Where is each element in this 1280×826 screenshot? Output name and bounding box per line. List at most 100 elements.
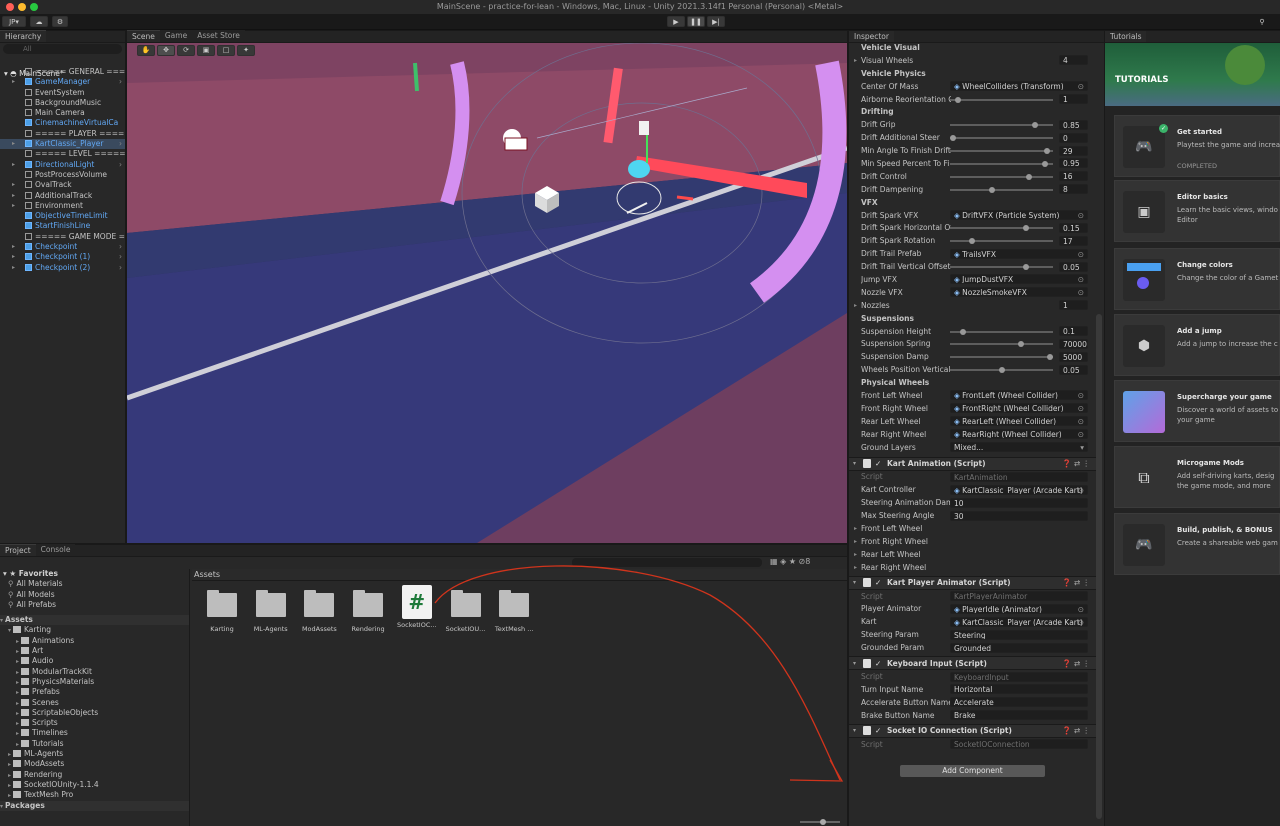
property-slider[interactable] [950,328,1053,335]
hierarchy-item[interactable]: ▸ Checkpoint (1) › [0,252,125,262]
property-value[interactable]: 70000 [1059,338,1088,349]
hand-tool-icon[interactable]: ✋ [137,44,155,56]
project-folder-item[interactable]: ▾ Packages [0,800,189,811]
hierarchy-item[interactable]: BackgroundMusic [0,98,125,108]
hierarchy-item[interactable]: ▸ GameManager › [0,77,125,87]
foldout-arrow-icon[interactable]: ▸ [16,720,19,727]
component-icons[interactable]: ❓ ⇄ ⋮ [1062,578,1090,587]
component-header[interactable]: ▾ ✓ Socket IO Connection (Script) ❓ ⇄ ⋮ [849,723,1096,738]
project-folder-item[interactable]: ▸ Scripts [0,718,189,728]
property-slider[interactable] [950,354,1053,361]
tutorial-card[interactable]: 🎮 Get started Playtest the game and increa… [1114,115,1280,177]
text-field[interactable]: Accelerate [950,697,1088,708]
object-field[interactable]: ◈ KartClassic_Player (Arcade Kart) ⊙ [950,484,1088,495]
object-picker-icon[interactable]: ⊙ [1078,275,1084,283]
foldout-arrow-icon[interactable]: ▸ [12,160,15,170]
tutorial-card[interactable]: ▣ Editor basics Learn the basic views, win… [1114,180,1280,242]
slider-knob[interactable] [998,367,1005,374]
asset-folder[interactable]: Karting [200,590,244,633]
object-field[interactable]: ◈ TrailsVFX ⊙ [950,248,1088,259]
object-field[interactable]: ◈ FrontLeft (Wheel Collider) ⊙ [950,390,1088,401]
object-picker-icon[interactable]: ⊙ [1078,250,1084,258]
object-picker-icon[interactable]: ⊙ [1078,404,1084,412]
slider-knob[interactable] [1017,341,1024,348]
foldout-arrow-icon[interactable]: ▾ [853,460,856,467]
property-slider[interactable] [950,135,1053,142]
property-slider[interactable] [950,367,1053,374]
object-picker-icon[interactable]: ⊙ [1078,417,1084,425]
enable-checkbox[interactable]: ✓ [875,578,881,587]
foldout-arrow-icon[interactable]: ▸ [16,700,19,707]
project-folder-item[interactable]: ▸ ML-Agents [0,749,189,759]
object-picker-icon[interactable]: ⊙ [1078,288,1084,296]
object-field[interactable]: ◈ JumpDustVFX ⊙ [950,274,1088,285]
move-tool-icon[interactable]: ✥ [157,44,175,56]
text-field[interactable]: Horizontal [950,684,1088,695]
property-value[interactable]: 5000 [1059,351,1088,362]
component-header[interactable]: ▾ ✓ Kart Player Animator (Script) ❓ ⇄ ⋮ [849,575,1096,590]
tab-asset-store[interactable]: Asset Store [192,30,245,42]
object-picker-icon[interactable]: ⊙ [1078,391,1084,399]
collab-icon[interactable]: ⚙ [52,16,68,27]
tutorial-card[interactable]: ⬢ Add a jump Add a jump to increase the c [1114,314,1280,376]
foldout-arrow-icon[interactable]: ▸ [854,525,857,532]
tab-game[interactable]: Game [159,30,193,42]
hierarchy-search-input[interactable]: All [3,44,122,54]
foldout-arrow-icon[interactable]: ▸ [16,638,19,645]
hierarchy-item[interactable]: Main Camera [0,108,125,118]
icon-size-slider[interactable] [800,819,840,825]
property-value[interactable]: 17 [1059,235,1088,246]
object-field[interactable]: ◈ WheelColliders (Transform) ⊙ [950,81,1088,92]
foldout-arrow-icon[interactable]: ▸ [16,710,19,717]
favorites-header[interactable]: ▾ ★ Favorites [0,569,189,579]
property-slider[interactable] [950,238,1053,245]
foldout-arrow-icon[interactable]: ▸ [8,751,11,758]
slider-knob[interactable] [1025,173,1032,180]
text-field[interactable]: Brake [950,710,1088,721]
foldout-arrow-icon[interactable]: ▸ [16,741,19,748]
property-slider[interactable] [950,96,1053,103]
asset-folder[interactable]: ModAssets [297,590,341,633]
account-dropdown[interactable]: JP ▾ [2,16,26,27]
open-prefab-icon[interactable]: › [119,263,122,273]
project-folder-item[interactable]: ▸ Audio [0,656,189,666]
property-value[interactable]: 0.1 [1059,326,1088,337]
property-value[interactable]: 1 [1059,94,1088,104]
hierarchy-item[interactable]: StartFinishLine [0,221,125,231]
favorite-item[interactable]: ⚲ All Materials [0,579,189,589]
foldout-arrow-icon[interactable]: ▸ [8,782,11,789]
property-value[interactable]: 29 [1059,145,1088,156]
object-field[interactable]: ◈ RearLeft (Wheel Collider) ⊙ [950,416,1088,427]
project-folder-item[interactable]: ▾ Karting [0,625,189,635]
property-slider[interactable] [950,122,1053,129]
foldout-arrow-icon[interactable]: ▸ [12,252,15,262]
foldout-arrow-icon[interactable]: ▸ [12,180,15,190]
slider-knob[interactable] [954,96,961,103]
foldout-arrow-icon[interactable]: ▸ [854,538,857,545]
project-folder-item[interactable]: ▾ Assets [0,615,189,626]
property-slider[interactable] [950,161,1053,168]
object-field[interactable]: ◈ DriftVFX (Particle System) ⊙ [950,210,1088,221]
project-folder-item[interactable]: ▸ Art [0,646,189,656]
property-value[interactable]: 0.05 [1059,364,1088,375]
foldout-arrow-icon[interactable]: ▸ [854,302,857,309]
foldout-arrow-icon[interactable]: ▾ [0,617,3,624]
dropdown-field[interactable]: Mixed... ▾ [950,442,1088,453]
foldout-arrow-icon[interactable]: ▸ [12,77,15,87]
component-icons[interactable]: ❓ ⇄ ⋮ [1062,659,1090,668]
project-folder-item[interactable]: ▸ Animations [0,636,189,646]
object-field[interactable]: ◈ NozzleSmokeVFX ⊙ [950,287,1088,298]
property-slider[interactable] [950,264,1053,271]
text-field[interactable]: Steering [950,629,1088,640]
component-icons[interactable]: ❓ ⇄ ⋮ [1062,726,1090,735]
object-field[interactable]: ◈ PlayerIdle (Animator) ⊙ [950,603,1088,614]
property-slider[interactable] [950,186,1053,193]
project-folder-item[interactable]: ▸ TextMesh Pro [0,790,189,800]
property-value[interactable]: 0.95 [1059,158,1088,169]
text-field[interactable]: 30 [950,510,1088,521]
foldout-arrow-icon[interactable]: ▸ [8,761,11,768]
project-folder-item[interactable]: ▸ ScriptableObjects [0,708,189,718]
enable-checkbox[interactable]: ✓ [875,459,881,468]
slider-knob[interactable] [1044,148,1051,155]
hierarchy-item[interactable]: ▸ Environment [0,201,125,211]
